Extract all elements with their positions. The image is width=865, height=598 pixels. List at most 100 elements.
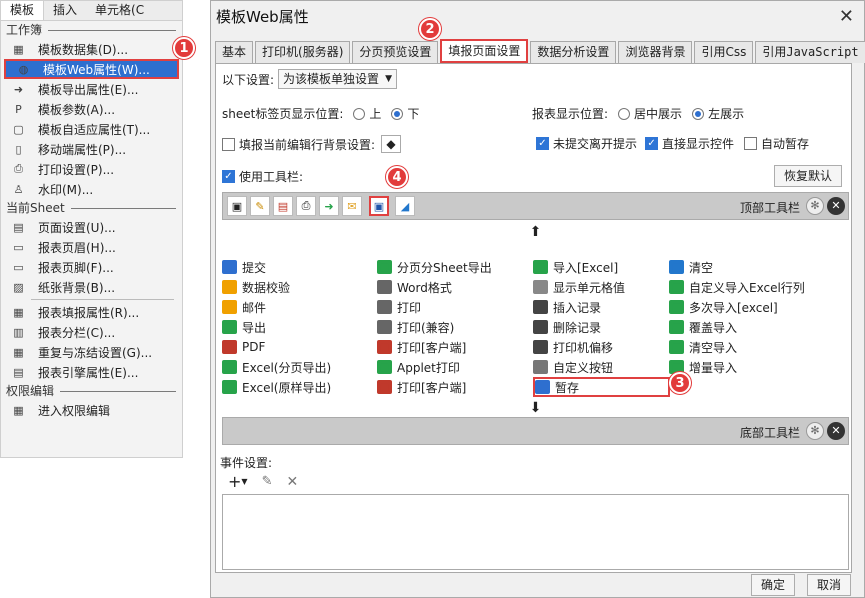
toolbar-option[interactable]: ■ PDF <box>222 337 265 357</box>
toolbar-option[interactable]: ■ 打印(兼容) <box>377 317 454 337</box>
verify-icon[interactable]: ✎ <box>250 196 270 216</box>
toolbar-option[interactable]: ■ Excel(分页导出) <box>222 357 331 377</box>
use-toolbar-checkbox[interactable]: ✓ <box>222 170 235 183</box>
menu-item-sh-1[interactable]: ▭ 报表页眉(H)... <box>1 237 182 257</box>
toolbar-option-icon: ■ <box>222 360 237 374</box>
menu-item-wb-6[interactable]: ⎙ 打印设置(P)... <box>1 159 182 179</box>
toolbar-option[interactable]: ■ 暂存 <box>533 377 670 397</box>
bottom-toolbar-delete-icon[interactable]: ✕ <box>827 422 845 440</box>
add-dropdown-icon[interactable]: ▼ <box>241 477 247 486</box>
toolbar-option[interactable]: ■ 打印[客户端] <box>377 337 466 357</box>
toolbar-option[interactable]: ■ 清空 <box>669 257 713 277</box>
menu-item-sh-4[interactable]: ▦ 报表填报属性(R)... <box>1 302 182 322</box>
toolbar-option[interactable]: ■ Word格式 <box>377 277 452 297</box>
menu-item-wb-5[interactable]: ▯ 移动端属性(P)... <box>1 139 182 159</box>
tab-6[interactable]: 引用Css <box>694 41 754 63</box>
menu-tab-cell[interactable]: 单元格(C <box>86 1 153 20</box>
toolbar-option[interactable]: ■ 打印[客户端] <box>377 377 466 397</box>
auto-save-checkbox[interactable] <box>744 137 758 150</box>
menu-item-sh-3[interactable]: ▨ 纸张背景(B)... <box>1 277 182 297</box>
report-position-center-radio[interactable] <box>618 107 631 120</box>
menu-item-wb-7[interactable]: ♙ 水印(M)... <box>1 179 182 199</box>
delete-icon[interactable]: ✕ <box>286 474 298 490</box>
menu-item-wb-0[interactable]: ▦ 模板数据集(D)... <box>1 39 182 59</box>
close-icon[interactable]: ✕ <box>839 1 854 33</box>
fill-bg-checkbox[interactable] <box>222 137 235 151</box>
menu-item-pm-0[interactable]: ▦ 进入权限编辑 <box>1 400 182 420</box>
toolbar-option[interactable]: ■ 导出 <box>222 317 266 337</box>
engine-icon: ▤ <box>13 365 24 379</box>
menu-item-label: 打印设置(P)... <box>38 162 115 177</box>
save-draft-icon[interactable]: ▣ <box>369 196 389 216</box>
menu-item-sh-0[interactable]: ▤ 页面设置(U)... <box>1 217 182 237</box>
top-toolbar-gear-icon[interactable]: ✻ <box>806 197 824 215</box>
mobile-icon: ▯ <box>15 142 22 156</box>
toolbar-option-label: 清空 <box>689 260 714 275</box>
setting-select-value: 为该模板单独设置 <box>283 72 380 86</box>
unsubmitted-checkbox[interactable]: ✓ <box>536 137 549 150</box>
toolbar-option[interactable]: ■ 多次导入[excel] <box>669 297 778 317</box>
add-icon[interactable]: + <box>228 472 241 491</box>
menu-item-wb-4[interactable]: ▢ 模板自适应属性(T)... <box>1 119 182 139</box>
restore-default-button[interactable]: 恢复默认 <box>774 165 842 187</box>
menu-item-wb-1[interactable]: ◍ 模板Web属性(W)... <box>4 59 179 79</box>
dialog-title: 模板Web属性 ✕ <box>211 1 864 33</box>
direct-show-checkbox[interactable]: ✓ <box>645 137 659 150</box>
menu-tab-insert[interactable]: 插入 <box>44 1 86 20</box>
setting-select[interactable]: 为该模板单独设置 ▼ <box>278 69 397 89</box>
mail-icon[interactable]: ✉ <box>342 196 362 216</box>
report-position-left-radio[interactable] <box>692 107 705 120</box>
clear-icon[interactable]: ◢ <box>395 196 415 216</box>
menu-item-wb-3[interactable]: P 模板参数(A)... <box>1 99 182 119</box>
bottom-toolbar-gear-icon[interactable]: ✻ <box>806 422 824 440</box>
toolbar-option[interactable]: ■ 覆盖导入 <box>669 317 737 337</box>
toolbar-option[interactable]: ■ 显示单元格值 <box>533 277 625 297</box>
toolbar-option[interactable]: ■ 清空导入 <box>669 337 737 357</box>
tab-2[interactable]: 分页预览设置 <box>352 41 439 63</box>
toolbar-option[interactable]: ■ 插入记录 <box>533 297 601 317</box>
menu-tab-template[interactable]: 模板 <box>1 1 45 20</box>
toolbar-option[interactable]: ■ 打印机偏移 <box>533 337 613 357</box>
toolbar-option[interactable]: ■ Excel(原样导出) <box>222 377 331 397</box>
cancel-button[interactable]: 取消 <box>807 574 851 596</box>
toolbar-option-icon: ■ <box>222 260 237 274</box>
toolbar-option[interactable]: ■ 自定义按钮 <box>533 357 613 377</box>
toolbar-option[interactable]: ■ 删除记录 <box>533 317 601 337</box>
toolbar-option[interactable]: ■ 自定义导入Excel行列 <box>669 277 805 297</box>
pdf-icon[interactable]: ▤ <box>273 196 293 216</box>
toolbar-option[interactable]: ■ 分页分Sheet导出 <box>377 257 492 277</box>
submit-icon[interactable]: ▣ <box>227 196 247 216</box>
menu-item-sh-2[interactable]: ▭ 报表页脚(F)... <box>1 257 182 277</box>
tab-3[interactable]: 填报页面设置 <box>440 39 529 63</box>
top-toolbar-delete-icon[interactable]: ✕ <box>827 197 845 215</box>
menu-item-sh-7[interactable]: ▤ 报表引擎属性(E)... <box>1 362 182 382</box>
sheet-position-down-radio[interactable] <box>391 107 404 120</box>
tab-7[interactable]: 引用JavaScript <box>755 41 865 63</box>
sheet-position-up-radio[interactable] <box>353 107 366 120</box>
arrow-down-icon[interactable]: ⬇ <box>222 397 849 419</box>
menu-item-wb-2[interactable]: ➜ 模板导出属性(E)... <box>1 79 182 99</box>
paint-bucket-icon[interactable]: ◆ <box>381 135 402 153</box>
arrow-up-icon[interactable]: ⬆ <box>222 221 849 243</box>
tab-4[interactable]: 数据分析设置 <box>530 41 617 63</box>
toolbar-option[interactable]: ■ 导入[Excel] <box>533 257 618 277</box>
header-icon: ▭ <box>13 240 24 254</box>
step-badge-2: 2 <box>419 18 441 40</box>
menu-item-sh-6[interactable]: ▦ 重复与冻结设置(G)... <box>1 342 182 362</box>
toolbar-option[interactable]: ■ 邮件 <box>222 297 266 317</box>
menu-item-label: 重复与冻结设置(G)... <box>38 345 153 360</box>
menu-item-label: 水印(M)... <box>38 182 94 197</box>
toolbar-option[interactable]: ■ 提交 <box>222 257 266 277</box>
export-icon[interactable]: ➜ <box>319 196 339 216</box>
tab-1[interactable]: 打印机(服务器) <box>255 41 351 63</box>
event-list[interactable] <box>222 494 849 570</box>
tab-0[interactable]: 基本 <box>215 41 254 63</box>
tab-5[interactable]: 浏览器背景 <box>618 41 693 63</box>
ok-button[interactable]: 确定 <box>751 574 795 596</box>
toolbar-option[interactable]: ■ 打印 <box>377 297 421 317</box>
toolbar-option[interactable]: ■ 数据校验 <box>222 277 290 297</box>
print-icon[interactable]: ⎙ <box>296 196 316 216</box>
edit-icon[interactable]: ✎ <box>262 474 273 489</box>
menu-item-sh-5[interactable]: ▥ 报表分栏(C)... <box>1 322 182 342</box>
toolbar-option[interactable]: ■ Applet打印 <box>377 357 460 377</box>
